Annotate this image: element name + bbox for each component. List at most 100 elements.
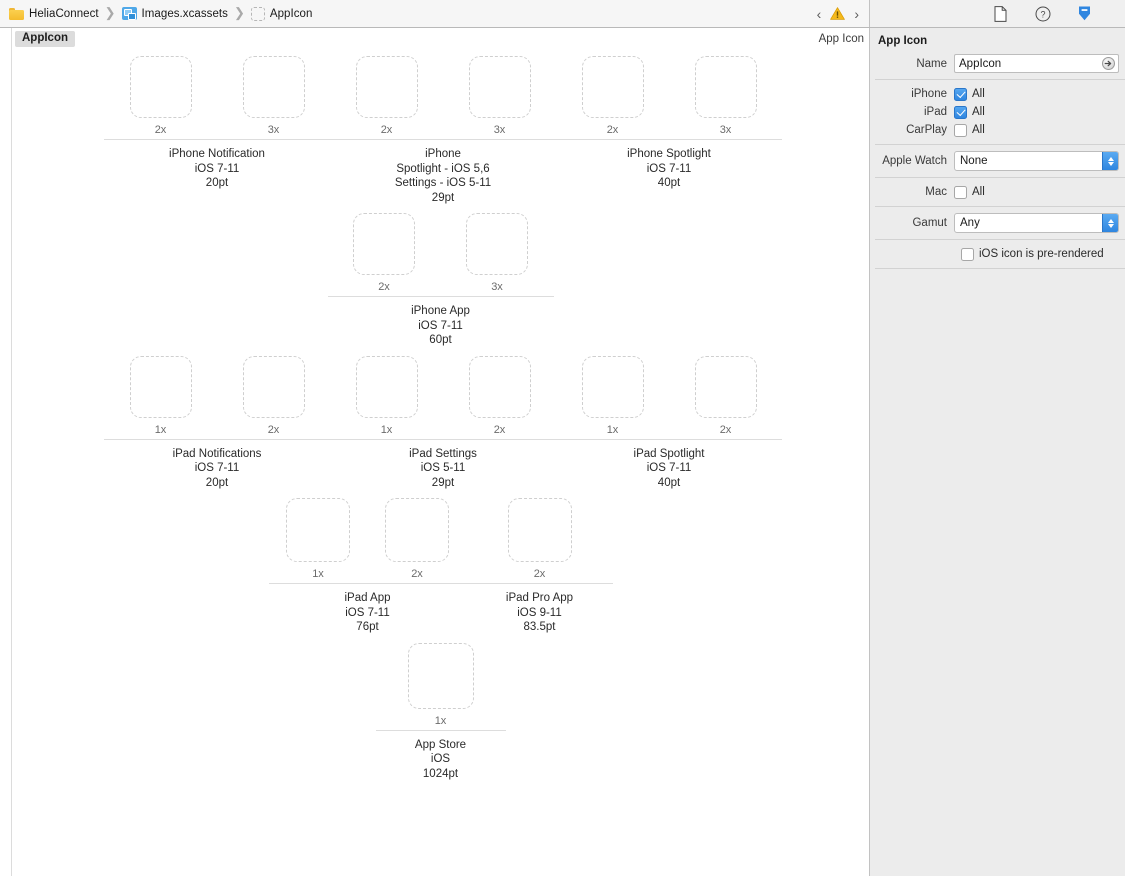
top-bar: HeliaConnect ❯ Images.xcassets ❯ AppIcon… xyxy=(0,0,1125,28)
icon-slot-scale-label: 2x xyxy=(606,124,619,136)
caption-line: iPhone xyxy=(425,148,461,160)
icon-drop-slot[interactable] xyxy=(407,642,474,709)
inspector-divider xyxy=(875,268,1125,269)
icon-drop-slot[interactable] xyxy=(581,56,644,118)
inspector-row-mac: Mac All xyxy=(870,183,1125,201)
icon-drop-slot[interactable] xyxy=(129,56,192,118)
caption-line: iPhone App xyxy=(411,305,470,317)
caption-line: iPhone Notification xyxy=(169,148,265,160)
icon-drop-slot[interactable] xyxy=(286,498,350,562)
iphone-checkbox[interactable] xyxy=(954,87,967,101)
icon-drop-slot[interactable] xyxy=(581,355,644,418)
svg-text:?: ? xyxy=(1040,9,1045,19)
xcassets-icon xyxy=(121,7,137,20)
icon-slot-cell: 2x xyxy=(443,355,556,439)
caption-line: 83.5pt xyxy=(523,621,556,633)
icon-drop-slot[interactable] xyxy=(353,213,415,275)
caption-line: iPad Settings xyxy=(409,447,477,460)
icon-drop-slot[interactable] xyxy=(694,355,757,418)
icon-set-group: 1x 2x iPad Notifications iOS 7-11 20pt xyxy=(104,355,330,499)
icon-drop-slot[interactable] xyxy=(242,355,305,418)
icon-set-group: 1x App Store iOS 1024pt xyxy=(375,642,506,790)
caption-line: 20pt xyxy=(205,177,229,189)
caption-line: 29pt xyxy=(431,191,455,204)
inspector-row-carplay: CarPlay All xyxy=(870,121,1125,139)
inspector-row-apple-watch: Apple Watch None xyxy=(870,150,1125,172)
prerendered-checkbox[interactable] xyxy=(961,247,974,261)
inspector-row-gamut: Gamut Any xyxy=(870,212,1125,234)
icon-slot-cell: 1x xyxy=(104,355,217,439)
icon-drop-slot[interactable] xyxy=(129,355,192,418)
icon-set-row: 1x App Store iOS 1024pt xyxy=(12,642,869,790)
inspector-row-ipad: iPad All xyxy=(870,103,1125,121)
caption-line: iOS 7-11 xyxy=(194,162,240,175)
icon-slot-cell: 2x xyxy=(330,56,443,139)
asset-canvas[interactable]: 2x 3x iPhone Notification iOS 7-11 20pt 2x 3x i… xyxy=(12,50,869,876)
icon-slot-cell: 2x xyxy=(556,56,669,139)
icon-slot-scale-label: 2x xyxy=(411,568,423,580)
icon-slot-cell: 1x xyxy=(556,355,669,439)
icon-slot-cell: 2x xyxy=(328,213,441,296)
caption-line: iOS xyxy=(430,753,451,765)
reveal-arrow-icon[interactable] xyxy=(1102,57,1115,70)
attributes-inspector-icon[interactable] xyxy=(1075,4,1095,24)
inspector-row-iphone: iPhone All xyxy=(870,85,1125,103)
issue-navigation-controls: ‹ › xyxy=(817,7,869,21)
icon-slot-scale-label: 2x xyxy=(719,423,732,436)
icon-slot-scale-label: 3x xyxy=(267,124,280,136)
icon-set-group: 1x 2x iPad Spotlight iOS 7-11 40pt xyxy=(556,355,782,499)
icon-slot-list: 2x 3x xyxy=(330,56,556,139)
icon-drop-slot[interactable] xyxy=(507,498,572,562)
icon-slot-cell: 3x xyxy=(217,56,330,139)
file-inspector-icon[interactable] xyxy=(991,4,1011,24)
icon-drop-slot[interactable] xyxy=(468,56,531,118)
icon-set-row: 2x 3x iPhone App iOS 7-11 60pt xyxy=(12,213,869,356)
folder-icon xyxy=(9,7,24,20)
icon-drop-slot[interactable] xyxy=(355,56,418,118)
caption-line: 60pt xyxy=(429,334,452,346)
ipad-checkbox[interactable] xyxy=(954,105,967,119)
caption-line: 1024pt xyxy=(422,767,459,780)
icon-set-row: 2x 3x iPhone Notification iOS 7-11 20pt 2x 3x i… xyxy=(12,56,869,213)
inspector-divider xyxy=(875,144,1125,145)
icon-drop-slot[interactable] xyxy=(242,56,305,118)
quick-help-inspector-icon[interactable]: ? xyxy=(1033,4,1053,24)
next-issue-button[interactable]: › xyxy=(854,7,859,21)
prerendered-label: iOS icon is pre-rendered xyxy=(979,248,1104,260)
caption-line: Spotlight - iOS 5,6 xyxy=(396,162,490,175)
inspector-selector-bar: ? xyxy=(870,0,1125,27)
breadcrumb-item-appicon[interactable]: AppIcon xyxy=(249,6,315,21)
icon-slot-scale-label: 2x xyxy=(380,124,393,136)
icon-drop-slot[interactable] xyxy=(466,213,528,275)
previous-issue-button[interactable]: ‹ xyxy=(817,7,822,21)
xcode-asset-catalog-window: HeliaConnect ❯ Images.xcassets ❯ AppIcon… xyxy=(0,0,1125,876)
icon-slot-list: 2x xyxy=(467,498,613,583)
carplay-checkbox[interactable] xyxy=(954,123,967,137)
apple-watch-select[interactable]: None xyxy=(954,151,1119,171)
icon-slot-scale-label: 2x xyxy=(533,568,546,580)
ipad-option-label: All xyxy=(972,106,985,118)
icon-set-group: 1x 2x iPad Settings iOS 5-11 29pt xyxy=(330,355,556,499)
gamut-label: Gamut xyxy=(912,217,947,229)
icon-set-caption: iPhone Spotlight - iOS 5,6 Settings - iOS … xyxy=(395,140,491,205)
icon-drop-slot[interactable] xyxy=(385,498,449,562)
icon-drop-slot[interactable] xyxy=(468,355,531,418)
warning-triangle-icon[interactable] xyxy=(830,7,846,20)
breadcrumb-label: AppIcon xyxy=(269,7,313,20)
asset-tab-appicon[interactable]: AppIcon xyxy=(15,30,75,48)
gamut-select[interactable]: Any xyxy=(954,213,1119,233)
name-input[interactable]: AppIcon xyxy=(954,54,1119,73)
mac-checkbox[interactable] xyxy=(954,185,967,199)
icon-drop-slot[interactable] xyxy=(355,355,418,418)
inspector-divider xyxy=(875,79,1125,80)
caption-line: iOS 7-11 xyxy=(345,606,390,619)
name-input-value: AppIcon xyxy=(959,57,1002,70)
breadcrumb-item-xcassets[interactable]: Images.xcassets xyxy=(120,7,230,20)
icon-slot-scale-label: 2x xyxy=(267,423,280,436)
inspector-row-prerendered: iOS icon is pre-rendered xyxy=(870,245,1125,263)
icon-set-group: 2x 3x iPhone Spotlight iOS 7-11 40pt xyxy=(556,56,782,213)
icon-drop-slot[interactable] xyxy=(694,56,757,118)
icon-slot-list: 1x 2x xyxy=(269,498,467,583)
chevron-updown-icon xyxy=(1102,152,1118,170)
breadcrumb-item-project[interactable]: HeliaConnect xyxy=(7,7,101,20)
